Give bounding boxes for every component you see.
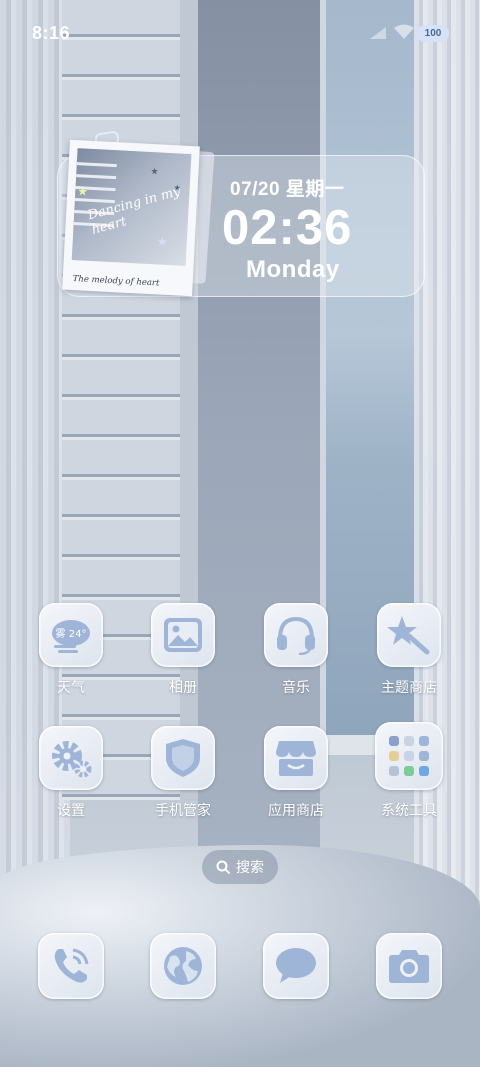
app-label: 音乐 <box>282 679 310 695</box>
star-icon: ★ <box>150 165 159 177</box>
dock-browser[interactable] <box>133 933 233 999</box>
app-label: 相册 <box>169 679 197 695</box>
widget-date: 07/20 星期一 <box>230 179 345 200</box>
star-icon: ★ <box>173 183 182 193</box>
app-label: 设置 <box>57 802 85 818</box>
search-icon <box>216 860 230 874</box>
gallery-icon <box>151 603 215 667</box>
app-weather[interactable]: 雾 24° 天气 <box>21 603 121 697</box>
signal-icon <box>369 26 387 40</box>
battery-indicator: 100 <box>417 25 449 42</box>
weather-text: 雾 24° <box>56 628 87 640</box>
status-bar: 8:16 100 <box>0 0 480 66</box>
weather-icon: 雾 24° <box>39 603 103 667</box>
polaroid-photo: Dancing in my heart ★ ★ ★ ★ The melody o… <box>62 139 200 297</box>
shield-icon <box>151 726 215 790</box>
store-icon <box>264 726 328 790</box>
search-button[interactable]: 搜索 <box>202 850 278 884</box>
search-label: 搜索 <box>236 859 264 875</box>
app-theme-store[interactable]: 主题商店 <box>359 603 459 697</box>
browser-globe-icon <box>150 933 216 999</box>
camera-icon <box>376 933 442 999</box>
star-icon: ★ <box>76 184 89 199</box>
wifi-icon <box>394 24 414 40</box>
app-label: 天气 <box>57 679 85 695</box>
theme-star-icon <box>377 603 441 667</box>
widget-day: Monday <box>246 256 340 283</box>
polaroid-caption: The melody of heart <box>72 274 160 289</box>
app-label: 主题商店 <box>381 679 437 695</box>
dock-camera[interactable] <box>359 933 459 999</box>
widget-time: 02:36 <box>222 201 353 255</box>
phone-icon <box>38 933 104 999</box>
star-icon: ★ <box>156 234 168 249</box>
status-time: 8:16 <box>32 23 71 43</box>
polaroid-image: Dancing in my heart ★ ★ ★ ★ <box>71 148 192 266</box>
message-icon <box>263 933 329 999</box>
dock-phone[interactable] <box>21 933 121 999</box>
app-music[interactable]: 音乐 <box>246 603 346 697</box>
app-label: 应用商店 <box>268 802 324 818</box>
dock-messages[interactable] <box>246 933 346 999</box>
app-system-tools[interactable]: 系统工具 <box>359 722 459 820</box>
app-label: 系统工具 <box>381 802 437 818</box>
folder-grid-icon <box>375 722 443 790</box>
headphones-icon <box>264 603 328 667</box>
app-label: 手机管家 <box>155 802 211 818</box>
app-gallery[interactable]: 相册 <box>133 603 233 697</box>
app-store[interactable]: 应用商店 <box>246 726 346 820</box>
app-phone-manager[interactable]: 手机管家 <box>133 726 233 820</box>
app-settings[interactable]: 设置 <box>21 726 121 820</box>
gear-icon <box>39 726 103 790</box>
wall <box>198 0 320 850</box>
